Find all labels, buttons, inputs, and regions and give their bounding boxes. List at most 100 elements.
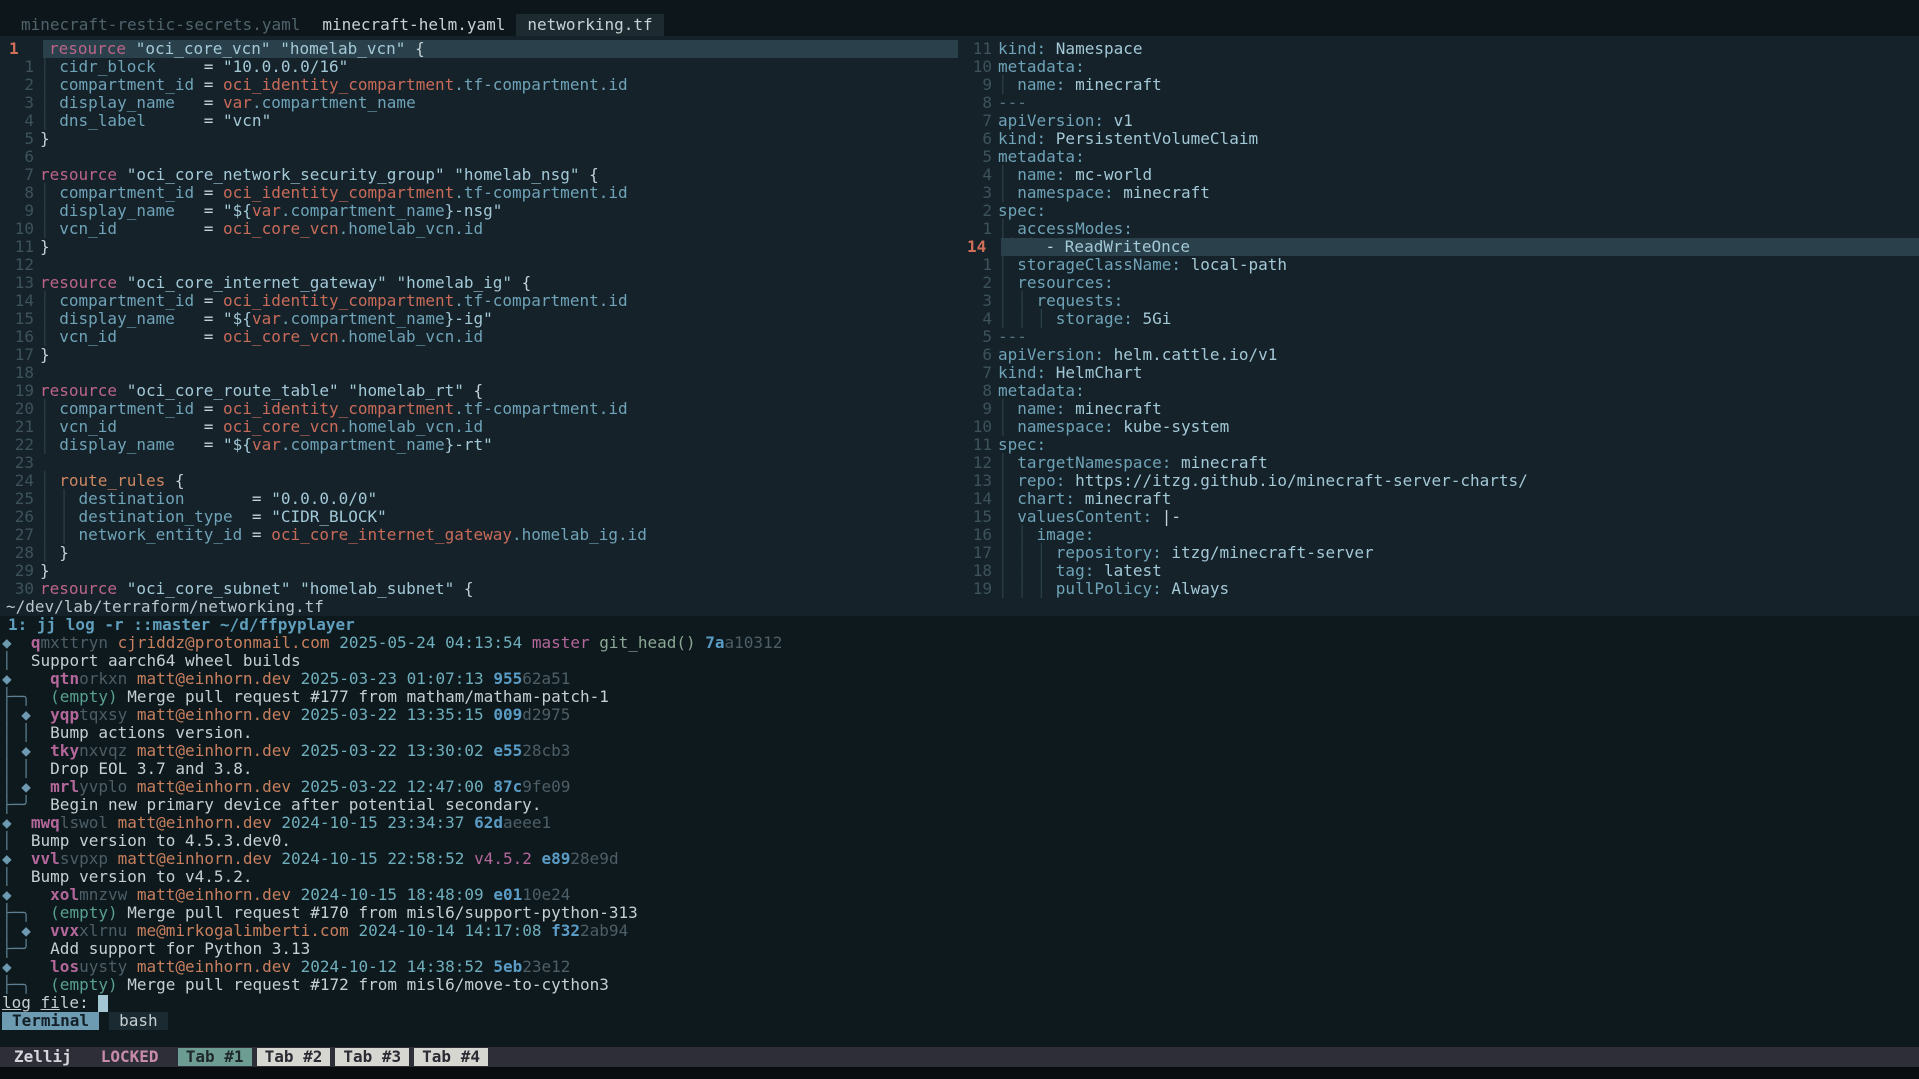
code-line[interactable]: 7kind: HelmChart bbox=[958, 364, 1919, 382]
code-line[interactable]: 20│ compartment_id = oci_identity_compar… bbox=[0, 400, 958, 418]
code-line[interactable]: 12│ targetNamespace: minecraft bbox=[958, 454, 1919, 472]
code-line[interactable]: 7apiVersion: v1 bbox=[958, 112, 1919, 130]
code-line[interactable]: 2│ compartment_id = oci_identity_compart… bbox=[0, 76, 958, 94]
code-line[interactable]: 16│ │ image: bbox=[958, 526, 1919, 544]
code-line[interactable]: 17│ │ │ repository: itzg/minecraft-serve… bbox=[958, 544, 1919, 562]
text-segment: │ bbox=[998, 489, 1017, 508]
code-line[interactable]: 25│ │ destination = "0.0.0.0/0" bbox=[0, 490, 958, 508]
cursor-line[interactable]: 14│ │ - ReadWriteOnce bbox=[958, 238, 1919, 256]
code-line[interactable]: 22│ display_name = "${var.compartment_na… bbox=[0, 436, 958, 454]
line-number: 9 bbox=[958, 76, 992, 94]
code-line[interactable]: 10│ namespace: kube-system bbox=[958, 418, 1919, 436]
code-line[interactable]: 18│ │ │ tag: latest bbox=[958, 562, 1919, 580]
zellij-tab-2[interactable]: Tab #2 bbox=[257, 1048, 331, 1066]
code-line[interactable]: 5--- bbox=[958, 328, 1919, 346]
code-line[interactable]: 3│ namespace: minecraft bbox=[958, 184, 1919, 202]
text-segment: Bump version to v4.5.2. bbox=[31, 867, 253, 886]
code-line[interactable]: 3│ │ requests: bbox=[958, 292, 1919, 310]
code-line[interactable]: 8metadata: bbox=[958, 382, 1919, 400]
code-line[interactable]: 17} bbox=[0, 346, 958, 364]
code-line[interactable]: 23 bbox=[0, 454, 958, 472]
text-segment: │ bbox=[40, 471, 59, 490]
code-line[interactable]: 8│ compartment_id = oci_identity_compart… bbox=[0, 184, 958, 202]
buffer-tab-networking.tf[interactable]: networking.tf bbox=[516, 14, 663, 36]
code-line[interactable]: 11} bbox=[0, 238, 958, 256]
code-line[interactable]: 10metadata: bbox=[958, 58, 1919, 76]
code-line[interactable]: 27│ │ network_entity_id = oci_core_inter… bbox=[0, 526, 958, 544]
code-line[interactable]: 29} bbox=[0, 562, 958, 580]
zellij-tab-1[interactable]: Tab #1 bbox=[178, 1048, 252, 1066]
code-line[interactable]: 16│ vcn_id = oci_core_vcn.homelab_vcn.id bbox=[0, 328, 958, 346]
zellij-tab-3[interactable]: Tab #3 bbox=[335, 1048, 409, 1066]
buffer-tab-minecraft-restic-secrets.yaml[interactable]: minecraft-restic-secrets.yaml bbox=[10, 14, 311, 36]
editor-pane-minecraft-helm-yaml[interactable]: 11kind: Namespace10metadata:9│ name: min… bbox=[958, 36, 1919, 616]
code-line[interactable]: 9│ name: minecraft bbox=[958, 400, 1919, 418]
text-segment: matt@einhorn.dev bbox=[137, 957, 291, 976]
text-segment: cidr_block bbox=[59, 57, 204, 76]
code-line[interactable]: 14│ compartment_id = oci_identity_compar… bbox=[0, 292, 958, 310]
line-number: 8 bbox=[0, 184, 34, 202]
code-line[interactable]: 5metadata: bbox=[958, 148, 1919, 166]
code-line[interactable]: 13resource "oci_core_internet_gateway" "… bbox=[0, 274, 958, 292]
text-segment: { bbox=[165, 471, 184, 490]
code-line[interactable]: 15│ display_name = "${var.compartment_na… bbox=[0, 310, 958, 328]
terminal-pane[interactable]: 1: jj log -r ::master ~/d/ffpyplayer ◆ q… bbox=[0, 616, 1919, 1047]
text-segment: master bbox=[532, 633, 590, 652]
text-segment: "CIDR_BLOCK" bbox=[271, 507, 387, 526]
code-line[interactable]: 1│ cidr_block = "10.0.0.0/16" bbox=[0, 58, 958, 76]
buffer-tab-minecraft-helm.yaml[interactable]: minecraft-helm.yaml bbox=[311, 14, 516, 36]
text-segment: https://itzg.github.io/minecraft-server-… bbox=[1075, 471, 1528, 490]
text-segment bbox=[349, 921, 359, 940]
text-segment: 955 bbox=[493, 669, 522, 688]
code-line[interactable]: 11spec: bbox=[958, 436, 1919, 454]
code-line[interactable]: 8--- bbox=[958, 94, 1919, 112]
text-segment: 2025-03-23 01:07:13 bbox=[301, 669, 484, 688]
text-segment: oci_identity_compartment bbox=[223, 291, 454, 310]
zellij-tab-4[interactable]: Tab #4 bbox=[414, 1048, 488, 1066]
code-line[interactable]: 3│ display_name = var.compartment_name bbox=[0, 94, 958, 112]
pager-tab-terminal[interactable]: Terminal bbox=[2, 1012, 99, 1030]
code-line[interactable]: 24│ route_rules { bbox=[0, 472, 958, 490]
text-segment: │ bbox=[2, 921, 21, 940]
code-line[interactable]: 30resource "oci_core_subnet" "homelab_su… bbox=[0, 580, 958, 598]
text-segment: fi bbox=[41, 993, 60, 1012]
code-line[interactable]: 19resource "oci_core_route_table" "homel… bbox=[0, 382, 958, 400]
code-line[interactable]: 21│ vcn_id = oci_core_vcn.homelab_vcn.id bbox=[0, 418, 958, 436]
code-line[interactable]: 7resource "oci_core_network_security_gro… bbox=[0, 166, 958, 184]
code-line[interactable]: 9│ name: minecraft bbox=[958, 76, 1919, 94]
code-line[interactable]: 4│ name: mc-world bbox=[958, 166, 1919, 184]
pager-tab-bash[interactable]: bash bbox=[109, 1012, 168, 1030]
code-line[interactable] bbox=[958, 598, 1919, 616]
code-line[interactable]: 2spec: bbox=[958, 202, 1919, 220]
code-line[interactable]: 1│ accessModes: bbox=[958, 220, 1919, 238]
code-line[interactable]: 12 bbox=[0, 256, 958, 274]
code-line[interactable]: 15│ valuesContent: |- bbox=[958, 508, 1919, 526]
code-line[interactable]: 14│ chart: minecraft bbox=[958, 490, 1919, 508]
text-segment: │ bbox=[59, 507, 78, 526]
code-line[interactable]: 9│ display_name = "${var.compartment_nam… bbox=[0, 202, 958, 220]
code-line[interactable]: 6 bbox=[0, 148, 958, 166]
code-line[interactable]: 28│ } bbox=[0, 544, 958, 562]
cursor-line[interactable]: 1resource "oci_core_vcn" "homelab_vcn" { bbox=[0, 40, 958, 58]
code-line[interactable]: 4│ dns_label = "vcn" bbox=[0, 112, 958, 130]
text-segment: var bbox=[252, 309, 281, 328]
code-line[interactable]: 5} bbox=[0, 130, 958, 148]
text-segment: latest bbox=[1104, 561, 1162, 580]
code-line[interactable]: 4│ │ │ storage: 5Gi bbox=[958, 310, 1919, 328]
code-line[interactable]: 11kind: Namespace bbox=[958, 40, 1919, 58]
line-number: 22 bbox=[0, 436, 34, 454]
text-segment: = bbox=[204, 93, 223, 112]
code-line[interactable]: 26│ │ destination_type = "CIDR_BLOCK" bbox=[0, 508, 958, 526]
text-segment: │ bbox=[998, 219, 1017, 238]
editor-pane-networking-tf[interactable]: 1resource "oci_core_vcn" "homelab_vcn" {… bbox=[0, 36, 958, 616]
code-line[interactable]: 18 bbox=[0, 364, 958, 382]
log-file-prompt[interactable]: log file: bbox=[0, 994, 1919, 1012]
code-line[interactable]: 1│ storageClassName: local-path bbox=[958, 256, 1919, 274]
code-line[interactable]: 6apiVersion: helm.cattle.io/v1 bbox=[958, 346, 1919, 364]
code-line[interactable]: 13│ repo: https://itzg.github.io/minecra… bbox=[958, 472, 1919, 490]
code-line[interactable]: 10│ vcn_id = oci_core_vcn.homelab_vcn.id bbox=[0, 220, 958, 238]
text-segment: kind: bbox=[998, 39, 1056, 58]
code-line[interactable]: 2│ resources: bbox=[958, 274, 1919, 292]
code-line[interactable]: 6kind: PersistentVolumeClaim bbox=[958, 130, 1919, 148]
code-line[interactable]: 19│ │ │ pullPolicy: Always bbox=[958, 580, 1919, 598]
